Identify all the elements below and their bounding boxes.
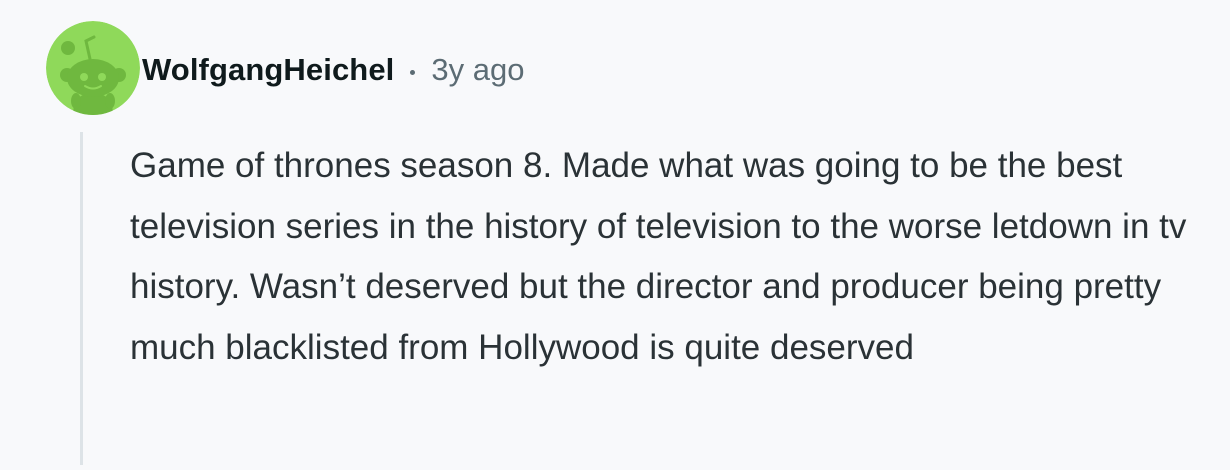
- thread-line[interactable]: [80, 132, 83, 465]
- snoo-avatar-icon: [46, 21, 140, 115]
- avatar[interactable]: [46, 21, 140, 115]
- meta-separator-dot: [410, 69, 416, 75]
- author-username[interactable]: WolfgangHeichel: [142, 52, 394, 88]
- comment-meta: WolfgangHeichel 3y ago: [142, 48, 524, 92]
- comment: WolfgangHeichel 3y ago Game of thrones s…: [0, 0, 1230, 470]
- comment-body: Game of thrones season 8. Made what was …: [130, 146, 1187, 367]
- comment-timestamp[interactable]: 3y ago: [431, 52, 524, 88]
